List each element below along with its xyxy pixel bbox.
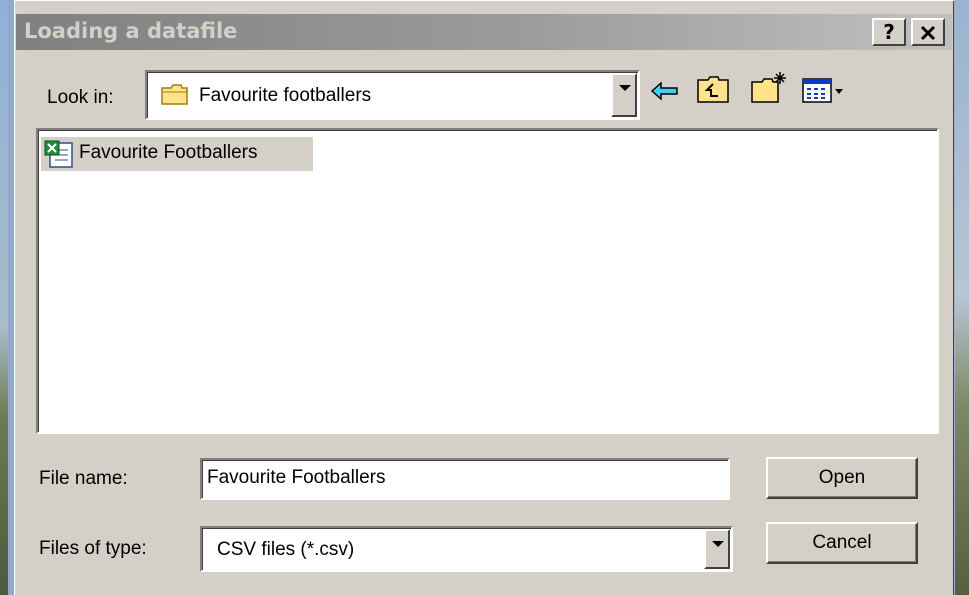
- create-new-folder-icon[interactable]: [750, 70, 788, 104]
- up-one-level-icon[interactable]: [696, 74, 730, 104]
- files-of-type-combo[interactable]: CSV files (*.csv): [200, 526, 733, 572]
- look-in-combo[interactable]: Favourite footballers: [145, 70, 640, 120]
- file-name-label: Favourite Footballers: [79, 142, 258, 163]
- help-button[interactable]: ?: [872, 18, 906, 46]
- close-icon: [920, 25, 936, 41]
- files-of-type-value: CSV files (*.csv): [217, 539, 355, 560]
- view-menu-icon[interactable]: [802, 77, 846, 105]
- file-list[interactable]: Favourite Footballers: [36, 128, 939, 434]
- look-in-value: Favourite footballers: [199, 85, 372, 106]
- excel-csv-file-icon: [44, 140, 73, 168]
- close-button[interactable]: [911, 18, 945, 46]
- folder-icon: [161, 84, 188, 105]
- files-of-type-dropdown-button[interactable]: [704, 529, 730, 569]
- title-bar[interactable]: Loading a datafile ?: [16, 14, 952, 50]
- open-file-dialog: Loading a datafile ? Look in: Favourite …: [14, 0, 954, 595]
- open-button[interactable]: Open: [766, 457, 918, 499]
- file-name-input[interactable]: Favourite Footballers: [200, 458, 730, 500]
- dialog-title: Loading a datafile: [24, 19, 238, 43]
- look-in-label: Look in:: [47, 87, 114, 108]
- desktop-background-left: [0, 0, 8, 595]
- back-icon[interactable]: [650, 80, 680, 102]
- list-item[interactable]: Favourite Footballers: [41, 137, 313, 171]
- look-in-dropdown-button[interactable]: [611, 73, 637, 117]
- desktop-background-right: [955, 0, 969, 595]
- files-of-type-label: Files of type:: [39, 538, 147, 559]
- cancel-button[interactable]: Cancel: [766, 522, 918, 564]
- file-name-label-text: File name:: [39, 468, 128, 489]
